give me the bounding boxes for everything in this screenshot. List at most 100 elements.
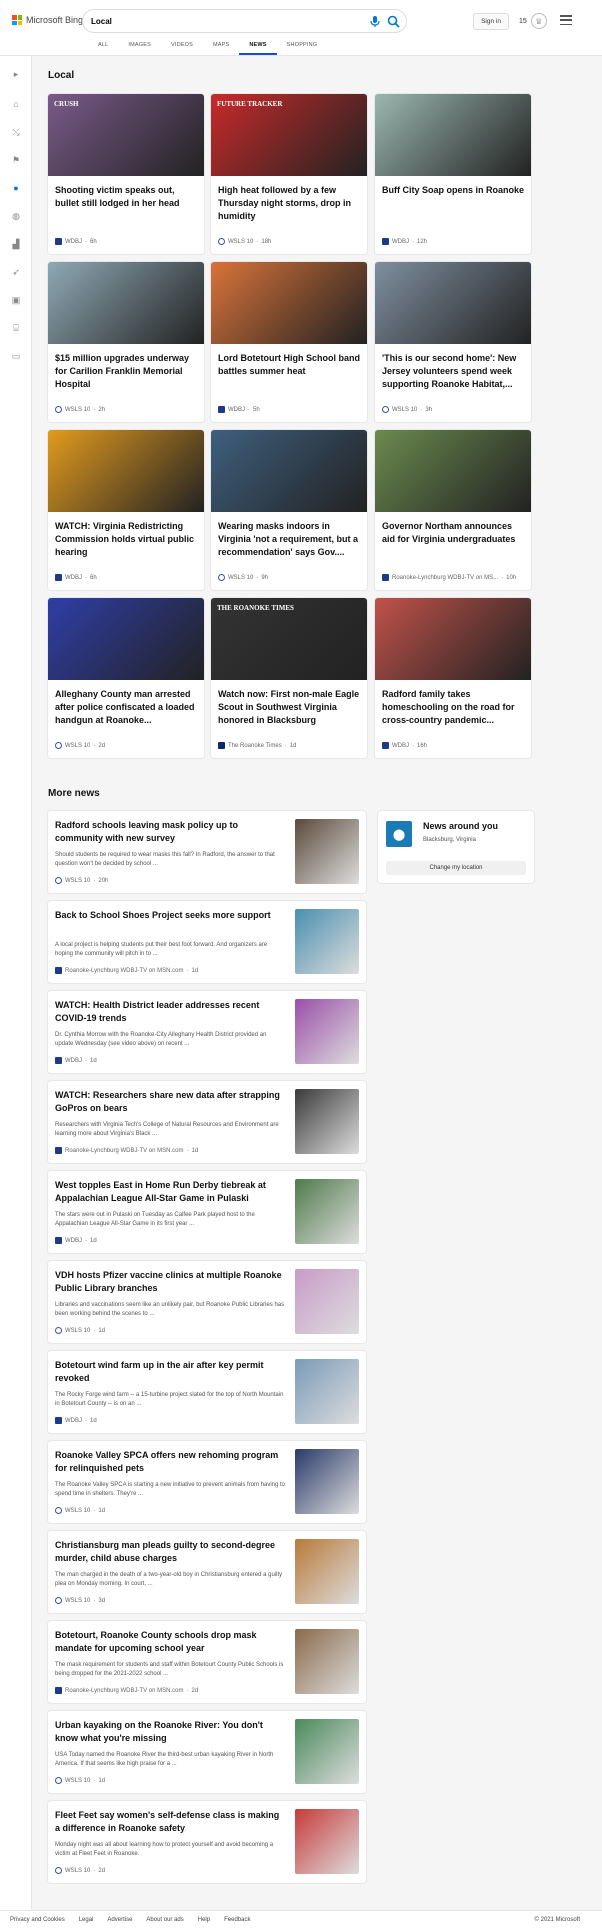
trending-icon[interactable]: ⤯ bbox=[10, 126, 22, 138]
list-item-thumbnail[interactable] bbox=[295, 1089, 359, 1154]
news-source[interactable]: WSLS 10 bbox=[65, 1598, 90, 1604]
news-source[interactable]: WSLS 10 bbox=[228, 575, 253, 581]
list-item-thumbnail[interactable] bbox=[295, 1809, 359, 1874]
news-source[interactable]: WDBJ bbox=[65, 575, 82, 581]
card-icon[interactable]: ▭ bbox=[10, 350, 22, 362]
list-item-title[interactable]: VDH hosts Pfizer vaccine clinics at mult… bbox=[55, 1269, 285, 1295]
news-source[interactable]: WDBJ bbox=[392, 239, 409, 245]
list-item-thumbnail[interactable] bbox=[295, 1719, 359, 1784]
footer-link[interactable]: Advertise bbox=[107, 1917, 132, 1923]
list-item-title[interactable]: Urban kayaking on the Roanoke River: You… bbox=[55, 1719, 285, 1745]
news-source[interactable]: Roanoke-Lynchburg WDBJ-TV on MS... bbox=[392, 575, 498, 581]
location-pin-icon[interactable]: ● bbox=[10, 182, 22, 194]
list-item-title[interactable]: Fleet Feet say women's self-defense clas… bbox=[55, 1809, 285, 1835]
list-item[interactable]: Botetourt, Roanoke County schools drop m… bbox=[48, 1621, 366, 1703]
list-item-thumbnail[interactable] bbox=[295, 1539, 359, 1604]
news-card[interactable]: Radford family takes homeschooling on th… bbox=[375, 598, 531, 758]
news-source[interactable]: WSLS 10 bbox=[65, 743, 90, 749]
change-location-button[interactable]: Change my location bbox=[386, 861, 526, 875]
news-source[interactable]: WDBJ bbox=[65, 239, 82, 245]
news-card-image[interactable] bbox=[211, 430, 367, 512]
news-source[interactable]: WDBJ bbox=[65, 1418, 82, 1424]
news-source[interactable]: WSLS 10 bbox=[228, 239, 253, 245]
news-card[interactable]: Wearing masks indoors in Virginia 'not a… bbox=[211, 430, 367, 590]
list-item-thumbnail[interactable] bbox=[295, 1449, 359, 1514]
tab-all[interactable]: ALL bbox=[88, 40, 118, 55]
news-card-title[interactable]: Watch now: First non-male Eagle Scout in… bbox=[218, 688, 360, 727]
globe-icon[interactable]: ◍ bbox=[10, 210, 22, 222]
expand-icon[interactable]: ▸ bbox=[10, 68, 22, 80]
news-source[interactable]: WDBJ bbox=[392, 743, 409, 749]
film-icon[interactable]: ▣ bbox=[10, 294, 22, 306]
list-item[interactable]: Botetourt wind farm up in the air after … bbox=[48, 1351, 366, 1433]
footer-link[interactable]: Legal bbox=[79, 1917, 94, 1923]
news-source[interactable]: WSLS 10 bbox=[65, 1328, 90, 1334]
list-item-thumbnail[interactable] bbox=[295, 819, 359, 884]
news-card-title[interactable]: WATCH: Virginia Redistricting Commission… bbox=[55, 520, 197, 559]
news-source[interactable]: WDBJ bbox=[228, 407, 245, 413]
news-card[interactable]: Buff City Soap opens in Roanoke WDBJ · 12h bbox=[375, 94, 531, 254]
news-source[interactable]: WSLS 10 bbox=[65, 1778, 90, 1784]
news-card-title[interactable]: 'This is our second home': New Jersey vo… bbox=[382, 352, 524, 391]
footer-link[interactable]: Help bbox=[198, 1917, 210, 1923]
list-item[interactable]: Roanoke Valley SPCA offers new rehoming … bbox=[48, 1441, 366, 1523]
news-card[interactable]: FUTURE TRACKER High heat followed by a fe… bbox=[211, 94, 367, 254]
news-card-image[interactable] bbox=[48, 262, 204, 344]
search-input[interactable] bbox=[91, 14, 341, 28]
news-card[interactable]: $15 million upgrades underway for Carili… bbox=[48, 262, 204, 422]
news-source[interactable]: Roanoke-Lynchburg WDBJ-TV on MSN.com bbox=[65, 1688, 184, 1694]
footer-link[interactable]: Privacy and Cookies bbox=[10, 1917, 65, 1923]
list-item-title[interactable]: WATCH: Researchers share new data after … bbox=[55, 1089, 285, 1115]
news-card-image[interactable]: CRUSH bbox=[48, 94, 204, 176]
news-card-image[interactable] bbox=[375, 598, 531, 680]
news-card-title[interactable]: Shooting victim speaks out, bullet still… bbox=[55, 184, 197, 210]
list-item-thumbnail[interactable] bbox=[295, 1179, 359, 1244]
list-item[interactable]: VDH hosts Pfizer vaccine clinics at mult… bbox=[48, 1261, 366, 1343]
news-card-title[interactable]: Governor Northam announces aid for Virgi… bbox=[382, 520, 524, 546]
list-item-title[interactable]: Botetourt, Roanoke County schools drop m… bbox=[55, 1629, 285, 1655]
news-card[interactable]: CRUSH Shooting victim speaks out, bullet … bbox=[48, 94, 204, 254]
list-item-title[interactable]: Radford schools leaving mask policy up t… bbox=[55, 819, 285, 845]
list-item-title[interactable]: WATCH: Health District leader addresses … bbox=[55, 999, 285, 1025]
news-source[interactable]: Roanoke-Lynchburg WDBJ-TV on MSN.com bbox=[65, 968, 184, 974]
list-item-thumbnail[interactable] bbox=[295, 999, 359, 1064]
sign-in-button[interactable]: Sign in bbox=[473, 13, 509, 30]
news-card-title[interactable]: $15 million upgrades underway for Carili… bbox=[55, 352, 197, 391]
news-source[interactable]: WSLS 10 bbox=[65, 878, 90, 884]
tab-images[interactable]: IMAGES bbox=[118, 40, 161, 55]
news-card-image[interactable] bbox=[375, 94, 531, 176]
news-card-image[interactable] bbox=[375, 262, 531, 344]
news-card-image[interactable] bbox=[48, 598, 204, 680]
news-card-title[interactable]: Wearing masks indoors in Virginia 'not a… bbox=[218, 520, 360, 559]
news-card-title[interactable]: Buff City Soap opens in Roanoke bbox=[382, 184, 524, 197]
search-icon[interactable] bbox=[387, 15, 400, 28]
list-item-title[interactable]: Botetourt wind farm up in the air after … bbox=[55, 1359, 285, 1385]
news-card[interactable]: 'This is our second home': New Jersey vo… bbox=[375, 262, 531, 422]
rocket-icon[interactable]: ➶ bbox=[10, 266, 22, 278]
list-item[interactable]: Fleet Feet say women's self-defense clas… bbox=[48, 1801, 366, 1883]
news-card-image[interactable]: FUTURE TRACKER bbox=[211, 94, 367, 176]
tab-videos[interactable]: VIDEOS bbox=[161, 40, 203, 55]
list-item-thumbnail[interactable] bbox=[295, 909, 359, 974]
news-source[interactable]: WDBJ bbox=[65, 1058, 82, 1064]
news-card[interactable]: Lord Botetourt High School band battles … bbox=[211, 262, 367, 422]
news-card-image[interactable] bbox=[375, 430, 531, 512]
list-item[interactable]: Urban kayaking on the Roanoke River: You… bbox=[48, 1711, 366, 1793]
footer-link[interactable]: Feedback bbox=[224, 1917, 250, 1923]
news-card-image[interactable] bbox=[48, 430, 204, 512]
news-source[interactable]: WSLS 10 bbox=[65, 1868, 90, 1874]
list-item[interactable]: WATCH: Health District leader addresses … bbox=[48, 991, 366, 1073]
bank-icon[interactable]: ⌸ bbox=[10, 322, 22, 334]
news-card-title[interactable]: Lord Botetourt High School band battles … bbox=[218, 352, 360, 378]
list-item[interactable]: West topples East in Home Run Derby tieb… bbox=[48, 1171, 366, 1253]
news-source[interactable]: WSLS 10 bbox=[65, 407, 90, 413]
flag-icon[interactable]: ⚑ bbox=[10, 154, 22, 166]
list-item[interactable]: Christiansburg man pleads guilty to seco… bbox=[48, 1531, 366, 1613]
list-item[interactable]: Back to School Shoes Project seeks more … bbox=[48, 901, 366, 983]
list-item-thumbnail[interactable] bbox=[295, 1269, 359, 1334]
list-item-title[interactable]: Roanoke Valley SPCA offers new rehoming … bbox=[55, 1449, 285, 1475]
tab-shopping[interactable]: SHOPPING bbox=[277, 40, 328, 55]
news-source[interactable]: WSLS 10 bbox=[392, 407, 417, 413]
news-card-image[interactable]: THE ROANOKE TIMES bbox=[211, 598, 367, 680]
news-source[interactable]: The Roanoke Times bbox=[228, 743, 282, 749]
